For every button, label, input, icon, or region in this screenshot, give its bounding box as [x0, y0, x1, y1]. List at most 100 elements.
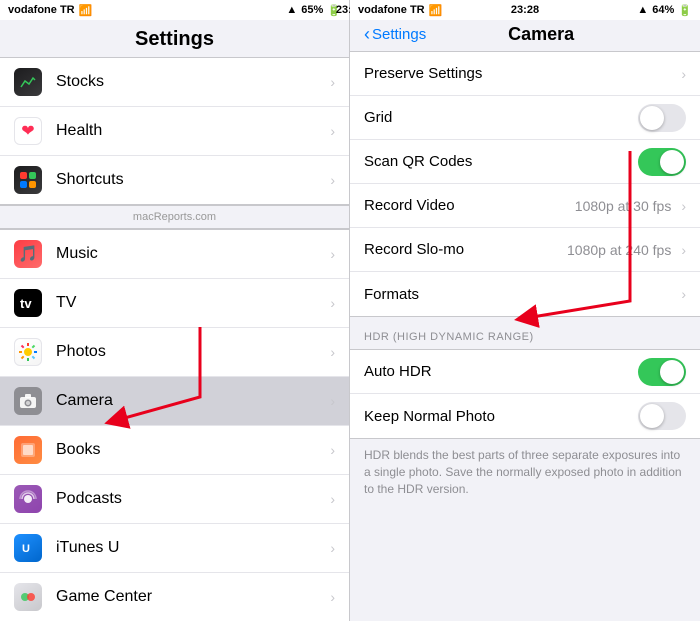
health-chevron: › — [330, 123, 335, 139]
settings-title: Settings — [0, 28, 349, 51]
camera-settings-list: Preserve Settings › Grid Scan QR Codes R… — [350, 51, 700, 621]
svg-text:U: U — [22, 543, 30, 555]
record-slomo-label: Record Slo-mo — [364, 241, 567, 258]
settings-list-wrapper: Stocks › ❤ Health › — [0, 57, 349, 621]
svg-text:tv: tv — [20, 296, 32, 311]
settings-item-shortcuts[interactable]: Shortcuts › — [0, 156, 349, 204]
settings-list: Stocks › ❤ Health › — [0, 57, 349, 621]
record-video-value: 1080p at 30 fps — [575, 198, 672, 214]
record-video-chevron: › — [681, 198, 686, 214]
camera-section-main: Preserve Settings › Grid Scan QR Codes R… — [350, 51, 700, 317]
camera-item-grid[interactable]: Grid — [350, 96, 700, 140]
left-signal-icon: ▲ — [286, 4, 297, 16]
photos-chevron: › — [330, 344, 335, 360]
back-chevron-icon: ‹ — [364, 24, 370, 45]
grid-toggle-knob — [640, 106, 664, 130]
right-nav: ‹ Settings Camera — [350, 20, 700, 51]
camera-item-record-video[interactable]: Record Video 1080p at 30 fps › — [350, 184, 700, 228]
stocks-label: Stocks — [56, 73, 326, 91]
settings-item-itunes[interactable]: U iTunes U › — [0, 524, 349, 573]
formats-chevron: › — [681, 286, 686, 302]
camera-label: Camera — [56, 392, 326, 410]
gamecenter-chevron: › — [330, 589, 335, 605]
stocks-icon — [14, 68, 42, 96]
left-panel: vodafone TR 📶 23:26 ▲ 65% 🔋 Settings Sto… — [0, 0, 350, 621]
back-button[interactable]: ‹ Settings — [364, 24, 426, 45]
shortcuts-label: Shortcuts — [56, 171, 326, 189]
camera-nav-title: Camera — [426, 24, 656, 45]
camera-item-preserve[interactable]: Preserve Settings › — [350, 52, 700, 96]
shortcuts-icon — [14, 166, 42, 194]
settings-item-tv[interactable]: tv TV › — [0, 279, 349, 328]
settings-item-photos[interactable]: Photos › — [0, 328, 349, 377]
health-icon: ❤ — [14, 117, 42, 145]
settings-item-stocks[interactable]: Stocks › — [0, 58, 349, 107]
right-status-bar: vodafone TR 📶 23:28 ▲ 64% 🔋 — [350, 0, 700, 20]
back-label: Settings — [372, 26, 426, 43]
music-chevron: › — [330, 246, 335, 262]
keep-normal-toggle[interactable] — [638, 402, 686, 430]
left-header: Settings — [0, 20, 349, 57]
itunes-chevron: › — [330, 540, 335, 556]
camera-chevron: › — [330, 393, 335, 409]
camera-item-auto-hdr[interactable]: Auto HDR — [350, 350, 700, 394]
books-icon — [14, 436, 42, 464]
right-battery: 64% — [652, 4, 674, 16]
camera-item-record-slomo[interactable]: Record Slo-mo 1080p at 240 fps › — [350, 228, 700, 272]
itunes-label: iTunes U — [56, 539, 326, 557]
scan-qr-label: Scan QR Codes — [364, 153, 638, 170]
tv-label: TV — [56, 294, 326, 312]
right-wifi-icon: 📶 — [429, 4, 443, 17]
grid-toggle[interactable] — [638, 104, 686, 132]
podcasts-chevron: › — [330, 491, 335, 507]
auto-hdr-toggle-knob — [660, 360, 684, 384]
right-signal: ▲ — [637, 4, 648, 16]
hdr-note: HDR blends the best parts of three separ… — [350, 439, 700, 511]
settings-item-camera[interactable]: Camera › — [0, 377, 349, 426]
itunes-icon: U — [14, 534, 42, 562]
watermark: macReports.com — [0, 205, 349, 229]
preserve-label: Preserve Settings — [364, 65, 677, 82]
podcasts-label: Podcasts — [56, 490, 326, 508]
section-group-1: Stocks › ❤ Health › — [0, 57, 349, 205]
right-battery-icon: 🔋 — [678, 4, 692, 17]
camera-item-formats[interactable]: Formats › — [350, 272, 700, 316]
books-chevron: › — [330, 442, 335, 458]
right-status-left: vodafone TR 📶 — [358, 4, 442, 17]
grid-label: Grid — [364, 109, 638, 126]
books-label: Books — [56, 441, 326, 459]
auto-hdr-toggle[interactable] — [638, 358, 686, 386]
right-panel: vodafone TR 📶 23:28 ▲ 64% 🔋 ‹ Settings C… — [350, 0, 700, 621]
left-wifi-icon: 📶 — [79, 4, 93, 17]
settings-item-health[interactable]: ❤ Health › — [0, 107, 349, 156]
right-carrier: vodafone TR — [358, 4, 425, 16]
auto-hdr-label: Auto HDR — [364, 363, 638, 380]
camera-item-scan-qr[interactable]: Scan QR Codes — [350, 140, 700, 184]
photos-label: Photos — [56, 343, 326, 361]
camera-icon — [14, 387, 42, 415]
settings-item-podcasts[interactable]: Podcasts › — [0, 475, 349, 524]
music-icon: 🎵 — [14, 240, 42, 268]
music-label: Music — [56, 245, 326, 263]
left-carrier: vodafone TR — [8, 4, 75, 16]
hdr-section: Auto HDR Keep Normal Photo — [350, 349, 700, 439]
hdr-section-title: HDR (HIGH DYNAMIC RANGE) — [350, 317, 700, 349]
left-status-bar: vodafone TR 📶 23:26 ▲ 65% 🔋 — [0, 0, 349, 20]
settings-item-music[interactable]: 🎵 Music › — [0, 230, 349, 279]
keep-normal-toggle-knob — [640, 404, 664, 428]
settings-item-books[interactable]: Books › — [0, 426, 349, 475]
section-group-2: 🎵 Music › tv TV › — [0, 229, 349, 621]
photos-icon — [14, 338, 42, 366]
scan-qr-toggle-knob — [660, 150, 684, 174]
right-status-right: ▲ 64% 🔋 — [637, 4, 692, 17]
camera-item-keep-normal[interactable]: Keep Normal Photo — [350, 394, 700, 438]
scan-qr-toggle[interactable] — [638, 148, 686, 176]
left-status-right: ▲ 65% 🔋 — [286, 4, 341, 17]
settings-item-gamecenter[interactable]: Game Center › — [0, 573, 349, 621]
gamecenter-label: Game Center — [56, 588, 326, 606]
preserve-chevron: › — [681, 66, 686, 82]
keep-normal-label: Keep Normal Photo — [364, 408, 638, 425]
record-video-label: Record Video — [364, 197, 575, 214]
stocks-chevron: › — [330, 74, 335, 90]
health-label: Health — [56, 122, 326, 140]
